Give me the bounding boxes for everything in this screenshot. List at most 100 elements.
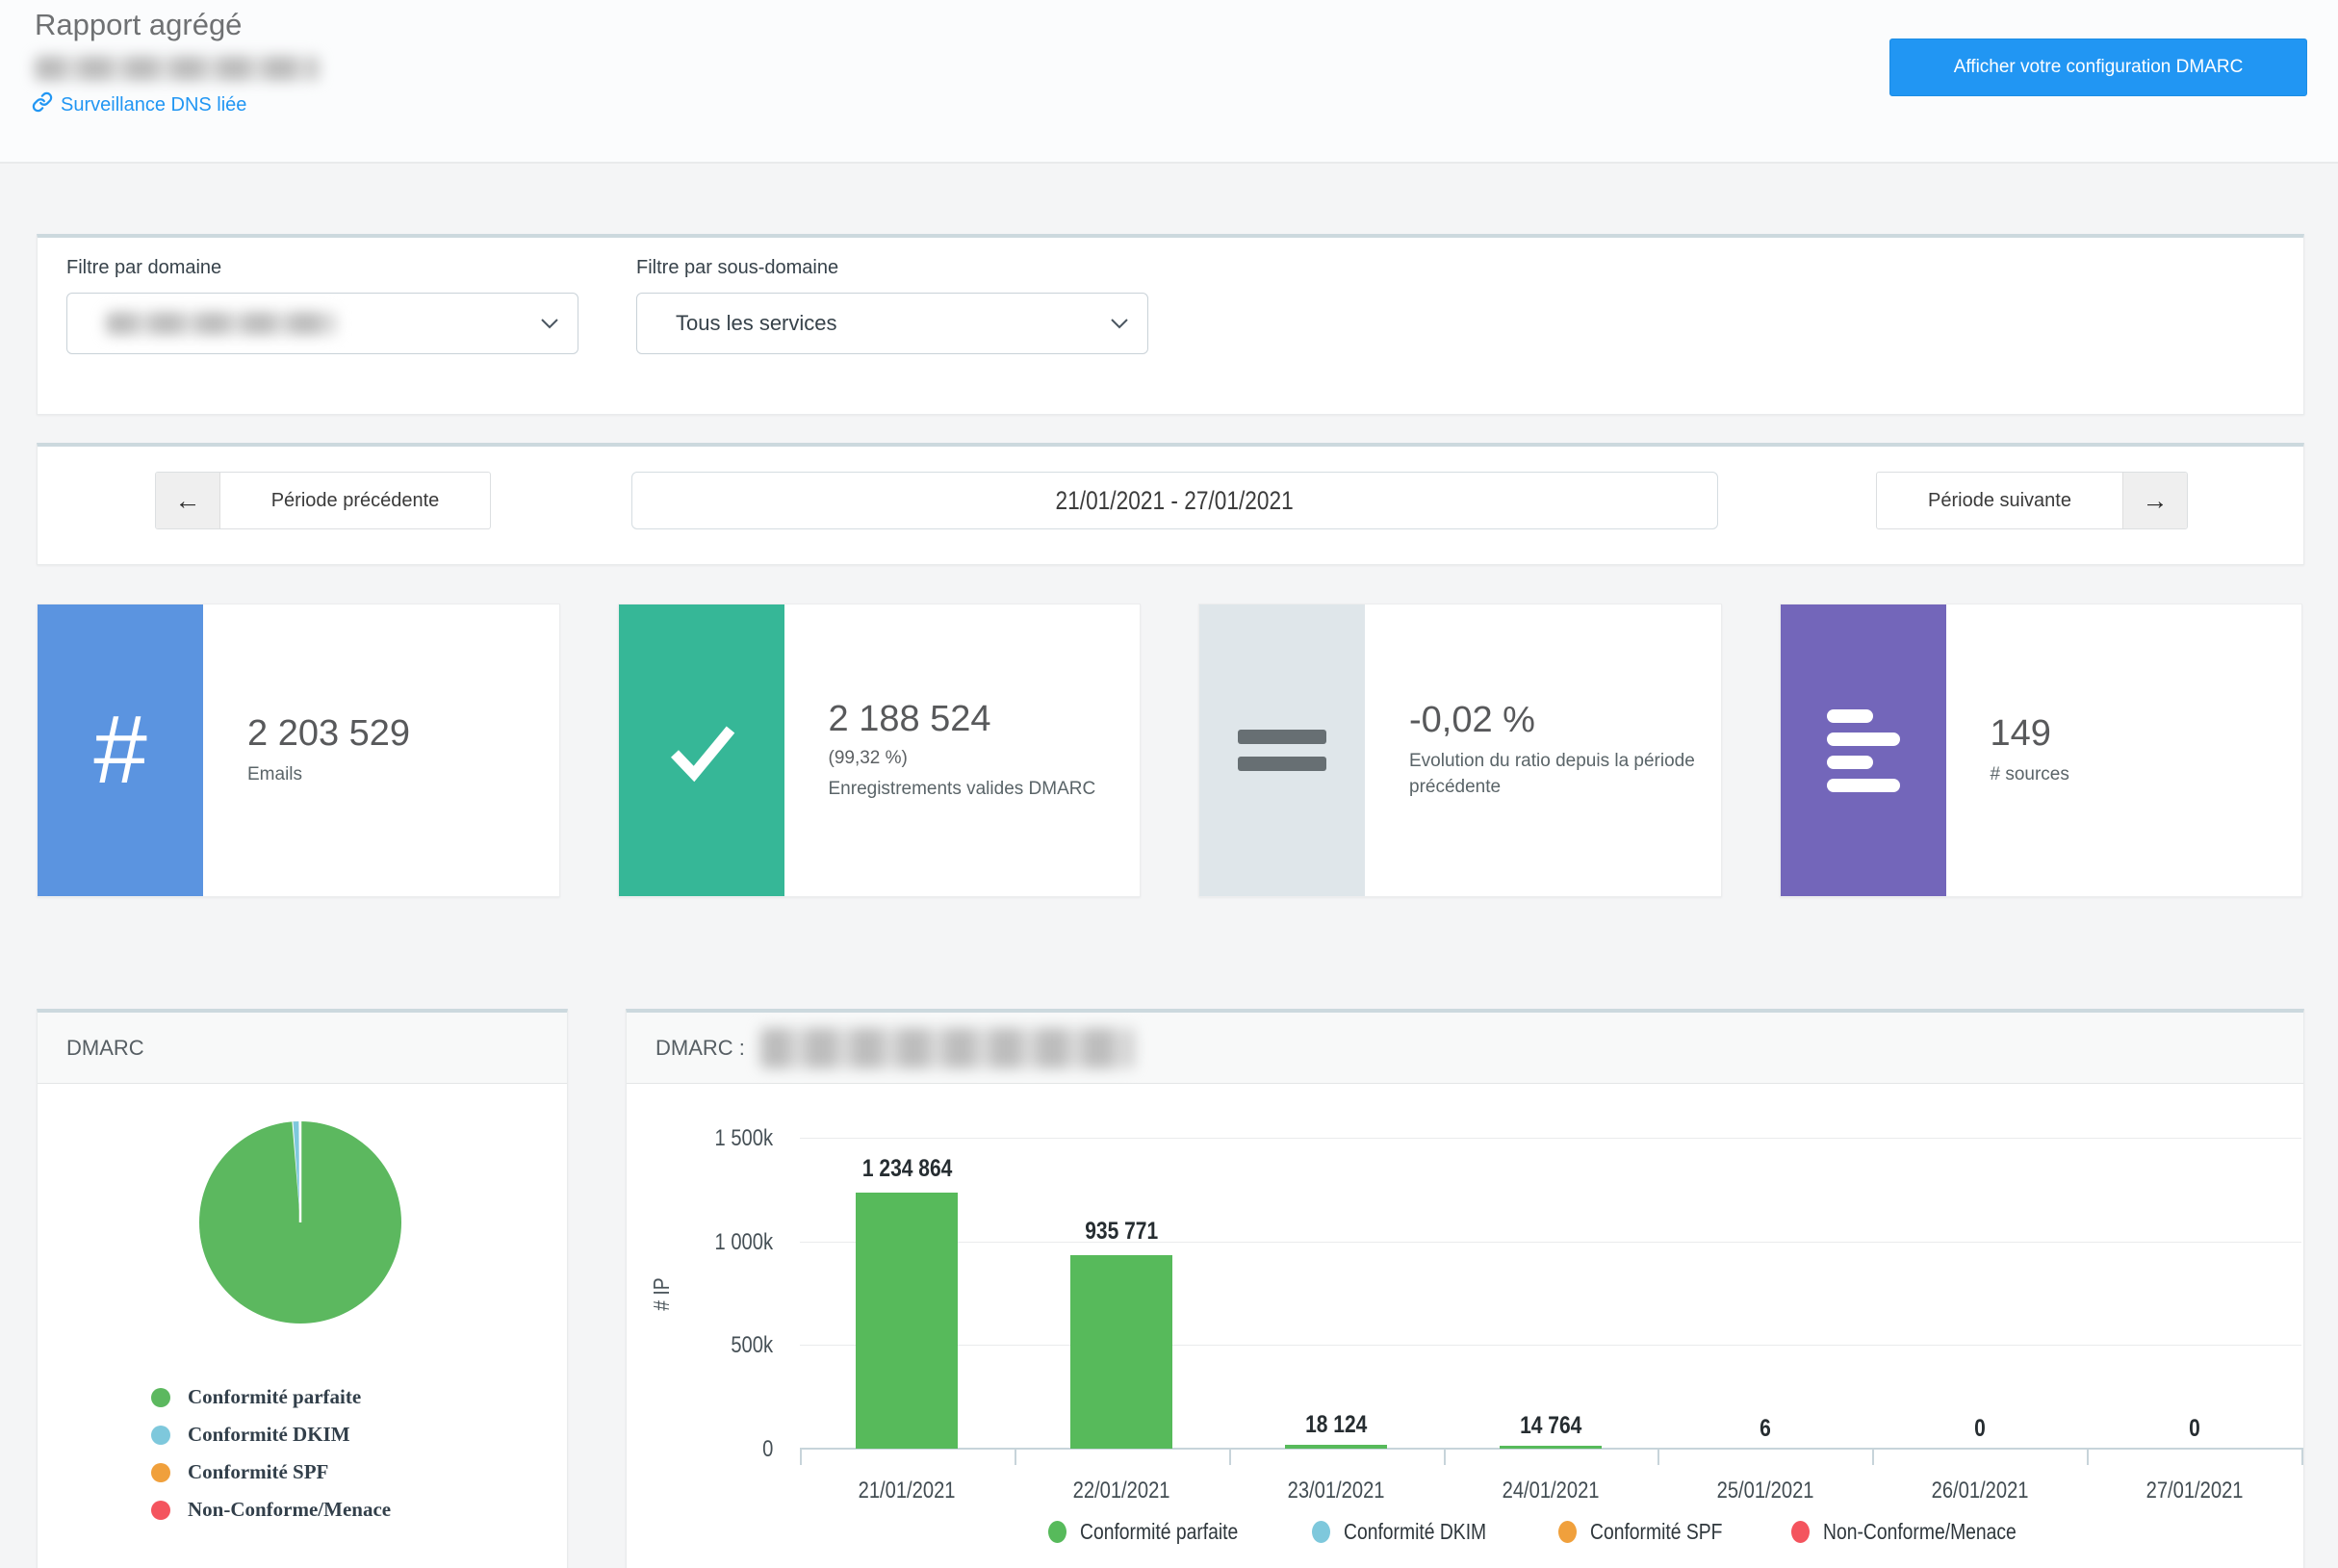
redacted-domain-subtitle bbox=[35, 56, 319, 81]
pie-legend-item[interactable]: Non-Conforme/Menace bbox=[151, 1491, 391, 1529]
legend-dot-icon bbox=[1048, 1521, 1066, 1543]
legend-dot-icon bbox=[151, 1426, 170, 1445]
x-axis-label: 21/01/2021 bbox=[800, 1478, 1015, 1504]
bar-value-label: 0 bbox=[2088, 1415, 2301, 1443]
x-axis-label: 27/01/2021 bbox=[2087, 1478, 2301, 1504]
subdomain-selected-value: Tous les services bbox=[676, 311, 837, 336]
dns-link-label: Surveillance DNS liée bbox=[61, 94, 246, 116]
stat-card-sources: 149 # sources bbox=[1780, 604, 2303, 897]
chevron-down-icon bbox=[1111, 317, 1128, 334]
bar-legend-item[interactable]: Conformité parfaite bbox=[1048, 1519, 1269, 1545]
bar-value-label: 14 764 bbox=[1444, 1412, 1657, 1440]
bar-value-label: 0 bbox=[1873, 1415, 2087, 1443]
sources-label: # sources bbox=[1991, 762, 2285, 788]
period-navigation-card: ← Période précédente 21/01/2021 - 27/01/… bbox=[37, 443, 2304, 565]
legend-dot-icon bbox=[151, 1501, 170, 1520]
sources-count: 149 bbox=[1991, 713, 2285, 755]
x-axis-label: 26/01/2021 bbox=[1872, 1478, 2087, 1504]
x-axis-tick bbox=[1015, 1450, 1016, 1465]
bar-23/01/2021[interactable] bbox=[1285, 1445, 1387, 1449]
stat-card-emails: # 2 203 529 Emails bbox=[37, 604, 560, 897]
domain-filter-label: Filtre par domaine bbox=[66, 257, 221, 279]
bar-24/01/2021[interactable] bbox=[1500, 1446, 1602, 1449]
pie-legend-label: Conformité DKIM bbox=[188, 1423, 350, 1447]
bar-value-label: 18 124 bbox=[1229, 1411, 1443, 1439]
pie-card-title: DMARC bbox=[38, 1013, 567, 1084]
x-axis-tick bbox=[2301, 1450, 2303, 1465]
valid-records-count: 2 188 524 bbox=[829, 699, 1123, 740]
emails-label: Emails bbox=[247, 762, 542, 788]
bar-21/01/2021[interactable] bbox=[856, 1193, 958, 1449]
x-axis-tick bbox=[1229, 1450, 1231, 1465]
dmarc-bar-card: DMARC : # IP 1 500k1 000k500k01 234 8649… bbox=[626, 1009, 2304, 1568]
aggregated-report-page: Rapport agrégé Surveillance DNS liée Aff… bbox=[0, 0, 2338, 1568]
legend-dot-icon bbox=[1558, 1521, 1577, 1543]
arrow-right-icon: → bbox=[2122, 473, 2187, 528]
ratio-evolution-label: Evolution du ratio depuis la période pré… bbox=[1409, 749, 1704, 800]
redacted-domain-value bbox=[106, 312, 337, 335]
pie-legend-label: Non-Conforme/Menace bbox=[188, 1498, 391, 1522]
dmarc-pie-chart[interactable] bbox=[194, 1117, 406, 1328]
bar-card-title-prefix: DMARC : bbox=[655, 1036, 745, 1061]
arrow-left-icon: ← bbox=[156, 473, 220, 528]
bar-legend-item[interactable]: Non-Conforme/Menace bbox=[1791, 1519, 2053, 1545]
x-axis-tick bbox=[800, 1450, 802, 1465]
legend-dot-icon bbox=[1791, 1521, 1810, 1543]
x-axis-label: 22/01/2021 bbox=[1015, 1478, 1229, 1504]
emails-count: 2 203 529 bbox=[247, 713, 542, 755]
subdomain-filter-label: Filtre par sous-domaine bbox=[636, 257, 838, 279]
bar-legend-item[interactable]: Conformité DKIM bbox=[1312, 1519, 1513, 1545]
subdomain-filter-select[interactable]: Tous les services bbox=[636, 293, 1148, 354]
stats-row: # 2 203 529 Emails 2 188 524 (99,32 %) E… bbox=[37, 604, 2302, 897]
bar-value-label: 6 bbox=[1658, 1415, 1872, 1443]
chevron-down-icon bbox=[541, 317, 558, 334]
x-axis-tick bbox=[1444, 1450, 1446, 1465]
bar-plot-area: 1 234 864935 77118 12414 764600 bbox=[800, 1138, 2301, 1449]
pie-legend-label: Conformité parfaite bbox=[188, 1385, 361, 1409]
show-dmarc-config-button[interactable]: Afficher votre configuration DMARC bbox=[1889, 39, 2307, 96]
page-title: Rapport agrégé bbox=[35, 8, 242, 42]
filters-card: Filtre par domaine Filtre par sous-domai… bbox=[37, 234, 2304, 415]
date-range-field[interactable]: 21/01/2021 - 27/01/2021 bbox=[631, 472, 1718, 529]
bar-legend-label: Conformité SPF bbox=[1590, 1519, 1722, 1545]
bar-legend-label: Non-Conforme/Menace bbox=[1823, 1519, 2017, 1545]
pie-legend-label: Conformité SPF bbox=[188, 1460, 328, 1484]
y-axis-title: # IP bbox=[649, 1254, 674, 1335]
ratio-evolution-value: -0,02 % bbox=[1409, 700, 1704, 741]
equals-icon bbox=[1199, 604, 1365, 896]
list-icon bbox=[1781, 604, 1946, 896]
domain-filter-select[interactable] bbox=[66, 293, 578, 354]
y-axis-tick-label: 0 bbox=[684, 1436, 773, 1461]
date-range-value: 21/01/2021 - 27/01/2021 bbox=[1056, 486, 1294, 516]
bar-22/01/2021[interactable] bbox=[1070, 1255, 1172, 1450]
x-axis-label: 23/01/2021 bbox=[1229, 1478, 1444, 1504]
x-axis-label: 24/01/2021 bbox=[1444, 1478, 1658, 1504]
legend-dot-icon bbox=[151, 1463, 170, 1482]
pie-legend-item[interactable]: Conformité parfaite bbox=[151, 1378, 391, 1416]
redacted-domain-title bbox=[760, 1028, 1134, 1068]
check-icon bbox=[619, 604, 784, 896]
y-axis-tick-label: 500k bbox=[684, 1332, 773, 1357]
bar-legend-label: Conformité parfaite bbox=[1080, 1519, 1238, 1545]
x-axis-tick bbox=[2087, 1450, 2089, 1465]
bar-legend-item[interactable]: Conformité SPF bbox=[1558, 1519, 1748, 1545]
valid-records-percent: (99,32 %) bbox=[829, 748, 1123, 769]
next-period-button[interactable]: Période suivante → bbox=[1876, 472, 2188, 529]
y-axis-tick-label: 1 500k bbox=[684, 1125, 773, 1150]
x-axis-label: 25/01/2021 bbox=[1657, 1478, 1872, 1504]
dmarc-pie-card: DMARC Conformité parfaite Conformité DKIM… bbox=[37, 1009, 568, 1568]
bar-card-header: DMARC : bbox=[627, 1013, 2303, 1084]
dns-monitoring-link[interactable]: Surveillance DNS liée bbox=[32, 91, 246, 118]
pie-legend-item[interactable]: Conformité SPF bbox=[151, 1453, 391, 1491]
link-icon bbox=[32, 91, 53, 118]
bar-legend: Conformité parfaite Conformité DKIM Confor… bbox=[800, 1519, 2301, 1545]
pie-legend: Conformité parfaite Conformité DKIM Confor… bbox=[151, 1378, 391, 1529]
pie-legend-item[interactable]: Conformité DKIM bbox=[151, 1416, 391, 1453]
previous-period-button[interactable]: ← Période précédente bbox=[155, 472, 491, 529]
stat-card-ratio-evolution: -0,02 % Evolution du ratio depuis la pér… bbox=[1198, 604, 1722, 897]
bar-value-label: 935 771 bbox=[1015, 1218, 1228, 1246]
bar-value-label: 1 234 864 bbox=[800, 1155, 1014, 1183]
page-header: Rapport agrégé Surveillance DNS liée Aff… bbox=[0, 0, 2338, 164]
legend-dot-icon bbox=[1312, 1521, 1330, 1543]
x-axis-tick bbox=[1657, 1450, 1659, 1465]
